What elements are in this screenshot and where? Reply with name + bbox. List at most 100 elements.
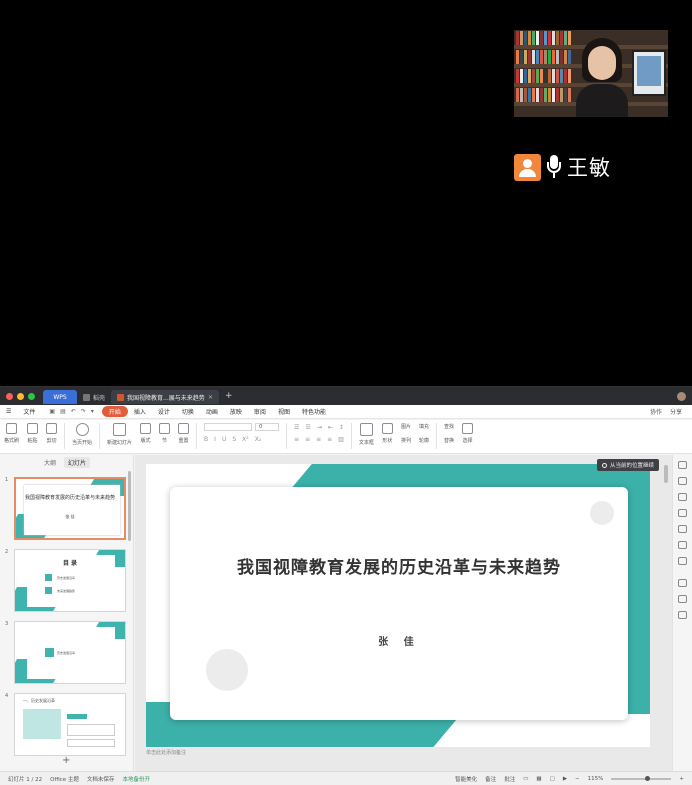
zoom-slider[interactable] [611,776,672,781]
new-tab-button[interactable]: + [225,391,233,401]
thumbnail-scrollbar[interactable] [128,471,131,541]
more-icon[interactable]: ▾ [91,408,94,415]
print-icon[interactable]: ▤ [60,408,66,415]
section-button[interactable]: 节 [159,423,171,444]
sidebar-tool-icon[interactable] [678,611,687,619]
zoom-out-icon[interactable]: − [575,776,580,782]
bold-icon[interactable]: B [204,436,208,443]
minimize-window-button[interactable] [17,392,24,400]
tab-document[interactable]: 我国视障教育...展与未来趋势 ✕ [111,390,220,404]
sidebar-tool-icon[interactable] [678,595,687,603]
backup-status[interactable]: 本地备份开 [122,775,150,783]
menu-transition[interactable]: 切换 [176,407,200,416]
number-list-icon[interactable]: ☰ [305,424,310,431]
menu-design[interactable]: 设计 [152,407,176,416]
sidebar-tool-icon[interactable] [678,477,687,485]
add-slide-button[interactable]: + [62,755,70,766]
strike-icon[interactable]: S [232,436,236,443]
menu-icon[interactable]: ☰ [0,408,17,415]
close-window-button[interactable] [6,392,13,400]
microphone-icon[interactable] [545,154,563,180]
picture-button[interactable]: 图片 [401,423,411,430]
sidebar-tool-icon[interactable] [678,525,687,533]
menu-features[interactable]: 特色功能 [296,407,332,416]
paste-button[interactable]: 粘贴 [27,423,39,444]
format-painter-button[interactable]: 格式刷 [4,423,19,444]
sidebar-tool-icon[interactable] [678,579,687,587]
collab-button[interactable]: 协作 [650,407,662,416]
notes-placeholder[interactable]: 单击此处添加备注 [146,749,186,756]
tab-slides[interactable]: 幻灯片 [64,456,91,468]
outdent-icon[interactable]: ⇤ [328,424,333,431]
reset-button[interactable]: 重置 [178,423,190,444]
redo-icon[interactable]: ↷ [81,408,86,415]
menu-insert[interactable]: 插入 [128,407,152,416]
menu-review[interactable]: 审阅 [248,407,272,416]
normal-view-icon[interactable]: ▭ [523,776,528,782]
close-tab-icon[interactable]: ✕ [208,394,213,401]
zoom-in-button[interactable]: + [679,776,684,782]
slide-scrollbar[interactable] [664,465,668,483]
layout-button[interactable]: 版式 [140,423,152,444]
account-avatar[interactable] [677,391,686,401]
tab-outline[interactable]: 大纲 [44,458,56,467]
font-size-input[interactable]: 0 [255,423,280,431]
menu-file[interactable]: 文件 [17,407,41,416]
reading-view-icon[interactable]: ▢ [550,776,555,782]
save-status[interactable]: 文档未保存 [87,775,115,783]
menu-view[interactable]: 视图 [272,407,296,416]
fill-button[interactable]: 填充 [419,423,429,430]
slide-thumbnail-3[interactable]: 历史发展沿革 [14,621,126,684]
menu-slideshow[interactable]: 放映 [224,407,248,416]
justify-icon[interactable]: ≡ [327,436,332,443]
new-slide-button[interactable]: 新建幻灯片 [107,423,132,446]
play-icon[interactable]: ▶ [563,776,567,782]
sidebar-tool-icon[interactable] [678,557,687,565]
current-slide[interactable]: 我国视障教育发展的历史沿革与未来趋势 张 佳 [146,464,650,747]
play-from-current-button[interactable]: 当页开始 [72,423,92,446]
superscript-icon[interactable]: X² [242,436,249,443]
zoom-level[interactable]: 115% [588,776,604,782]
find-button[interactable]: 查找 [444,423,454,430]
outline-button[interactable]: 轮廓 [419,437,429,444]
sidebar-tool-icon[interactable] [678,461,687,469]
slide-author[interactable]: 张 佳 [170,633,628,648]
menu-home[interactable]: 开始 [101,406,128,417]
cut-button[interactable]: 剪切 [46,423,58,444]
notes-button[interactable]: 备注 [485,775,496,783]
share-button[interactable]: 分享 [670,407,682,416]
font-name-input[interactable] [204,423,253,431]
tab-wps[interactable]: WPS [43,390,77,404]
slide-thumbnail-2[interactable]: 目 录 历史发展沿革 未来发展趋势 [14,549,126,612]
textbox-button[interactable]: 文本框 [359,423,374,446]
zoom-slider-knob[interactable] [645,776,651,781]
subscript-icon[interactable]: X₂ [255,436,262,443]
comment-button[interactable]: 批注 [504,775,515,783]
italic-icon[interactable]: I [214,436,216,443]
menu-animation[interactable]: 动画 [200,407,224,416]
line-spacing-icon[interactable]: ↕ [339,424,344,431]
replace-button[interactable]: 替换 [444,437,454,444]
slide-thumbnail-4[interactable]: 一、历史发展沿革 [14,693,126,756]
slide-thumbnail-1[interactable]: 我国视障教育发展的历史沿革与未来趋势 张 佳 [14,477,126,540]
select-button[interactable]: 选择 [461,423,473,444]
tab-home[interactable]: 稻壳 [77,390,111,404]
arrange-button[interactable]: 排列 [401,437,411,444]
underline-icon[interactable]: U [222,436,226,443]
bullet-list-icon[interactable]: ☰ [294,424,299,431]
maximize-window-button[interactable] [28,392,35,400]
resume-tooltip[interactable]: 从当前的位置继续 [597,459,660,471]
align-center-icon[interactable]: ≡ [305,436,310,443]
sidebar-tool-icon[interactable] [678,493,687,501]
save-icon[interactable]: ▣ [49,408,55,415]
beautify-button[interactable]: 智能美化 [455,775,477,783]
indent-icon[interactable]: ⇥ [317,424,322,431]
undo-icon[interactable]: ↶ [71,408,76,415]
slide-title[interactable]: 我国视障教育发展的历史沿革与未来趋势 [170,553,628,578]
align-right-icon[interactable]: ≡ [316,436,321,443]
sidebar-tool-icon[interactable] [678,509,687,517]
sidebar-tool-icon[interactable] [678,541,687,549]
align-left-icon[interactable]: ≡ [294,436,299,443]
columns-icon[interactable]: ▥ [338,436,344,443]
shape-button[interactable]: 形状 [381,423,393,444]
